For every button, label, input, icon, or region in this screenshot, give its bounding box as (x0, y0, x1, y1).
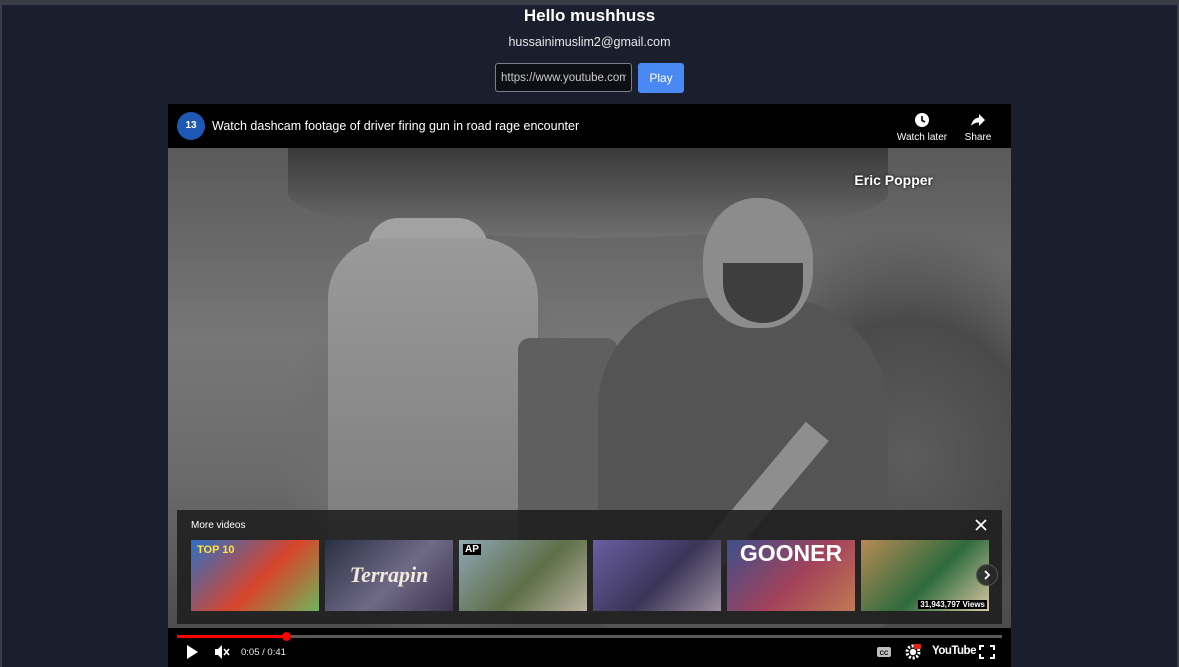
progress-scrubber[interactable] (281, 632, 291, 641)
youtube-logo[interactable]: YouTube (932, 645, 976, 657)
video-overlay-name: Eric Popper (854, 172, 933, 188)
play-icon[interactable] (184, 643, 200, 661)
video-thumbnail-terrapin[interactable]: Terrapin (325, 540, 453, 611)
channel-logo[interactable]: 13 (177, 112, 205, 140)
greeting-heading: Hello mushhuss (523, 6, 656, 25)
progress-bar[interactable] (177, 632, 1002, 641)
video-thumbnail-kitchen-scene[interactable] (593, 540, 721, 611)
video-thumbnail-shark-cartoon[interactable]: TOP 10 (191, 540, 319, 611)
fullscreen-icon[interactable] (979, 643, 995, 661)
watch-later-button[interactable]: Watch later (893, 112, 951, 143)
window-top-border (0, 0, 1179, 5)
mute-icon[interactable] (213, 643, 231, 661)
window-left-border (0, 5, 2, 667)
thumbnail-caption: 31,943,797 Views (918, 600, 987, 609)
thumbnail-caption: TOP 10 (197, 544, 235, 556)
video-title[interactable]: Watch dashcam footage of driver firing g… (212, 119, 579, 133)
thumbnail-caption: AP (463, 544, 481, 555)
settings-icon[interactable] (904, 643, 922, 661)
thumbnail-caption: GOONER (739, 540, 843, 566)
thumbnail-caption: Terrapin (349, 562, 429, 587)
video-thumbnail-gooner[interactable]: GOONER (727, 540, 855, 611)
more-videos-panel: More videos TOP 10 Terrapin AP GOONER 31,943… (177, 510, 1002, 624)
share-label: Share (964, 132, 992, 143)
progress-played (177, 635, 286, 638)
watch-later-icon (915, 113, 929, 127)
more-videos-title: More videos (191, 520, 246, 531)
svg-text:CC: CC (880, 651, 889, 657)
play-button[interactable]: Play (638, 63, 684, 93)
next-videos-button[interactable] (976, 564, 998, 586)
close-icon[interactable] (974, 518, 988, 532)
captions-icon[interactable]: CC (876, 643, 892, 661)
chevron-right-icon (984, 570, 991, 580)
watch-later-label: Watch later (896, 132, 948, 143)
youtube-player[interactable]: Eric Popper 13 Watch dashcam footage of … (168, 104, 1011, 667)
url-input[interactable] (495, 63, 632, 92)
share-button[interactable]: Share (961, 112, 995, 143)
player-title-bar: 13 Watch dashcam footage of driver firin… (168, 104, 1011, 148)
video-thumbnail-ap-news[interactable]: AP (459, 540, 587, 611)
user-email: hussainimuslim2@gmail.com (508, 35, 671, 49)
share-icon (971, 114, 985, 126)
time-display: 0:05 / 0:41 (241, 647, 286, 658)
video-thumbnail-basketball[interactable]: 31,943,797 Views (861, 540, 989, 611)
